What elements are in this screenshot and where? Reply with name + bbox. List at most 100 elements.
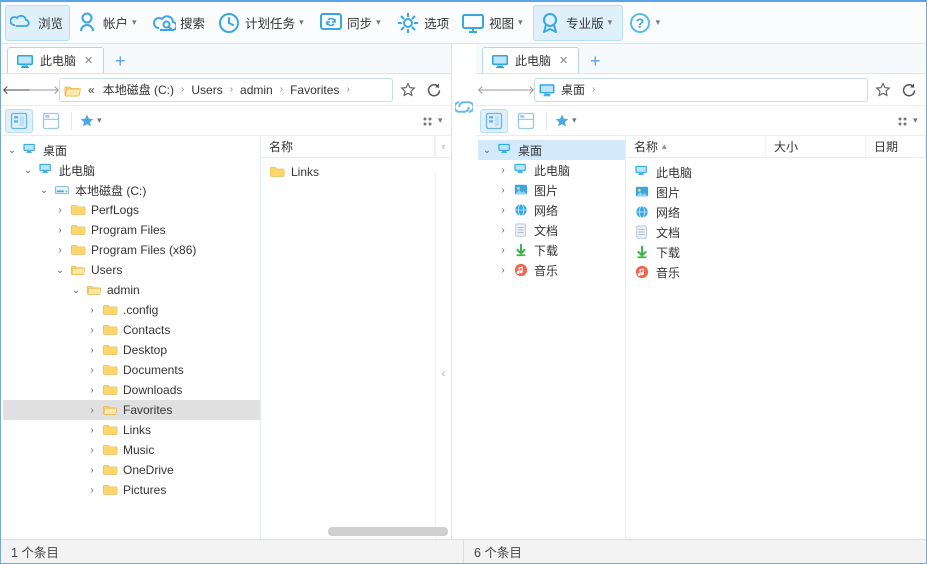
expand-icon[interactable]: ›	[85, 325, 99, 336]
crumb-item[interactable]: 桌面	[559, 81, 587, 98]
tree-item[interactable]: ⌄ 本地磁盘 (C:)	[3, 180, 260, 200]
list-item[interactable]: 下载	[626, 242, 926, 262]
toolbar-search-button[interactable]: 搜索	[147, 5, 212, 41]
toolbar-pro-button[interactable]: 专业版 ▾	[533, 5, 623, 41]
list-item[interactable]: 此电脑	[626, 162, 926, 182]
list-item[interactable]: 音乐	[626, 262, 926, 282]
collapse-list-button[interactable]: ‹	[435, 136, 451, 157]
expand-icon[interactable]: ›	[85, 365, 99, 376]
left-list-header[interactable]: 名称 ‹	[261, 136, 451, 158]
horizontal-scrollbar[interactable]	[328, 527, 448, 536]
collapse-arrow-button[interactable]: ‹	[435, 172, 451, 539]
tree-item[interactable]: ⌄ admin	[3, 280, 260, 300]
col-date[interactable]: 日期	[866, 136, 926, 157]
tree-item[interactable]: › 文档	[478, 220, 625, 240]
view-layout-dropdown[interactable]: ▾	[419, 109, 447, 133]
collapse-icon[interactable]: ⌄	[37, 185, 51, 196]
list-item[interactable]: 网络	[626, 202, 926, 222]
collapse-icon[interactable]: ⌄	[53, 265, 67, 276]
expand-icon[interactable]: ›	[496, 205, 510, 216]
toolbar-account-button[interactable]: 帐户 ▾	[70, 5, 147, 41]
tree-item[interactable]: › 图片	[478, 180, 625, 200]
view-layout-dropdown[interactable]: ▾	[894, 109, 922, 133]
back-button[interactable]: 🡐	[482, 79, 504, 101]
expand-icon[interactable]: ›	[85, 485, 99, 496]
expand-icon[interactable]: ›	[53, 225, 67, 236]
col-name[interactable]: 名称▴	[626, 136, 766, 157]
breadcrumb[interactable]: 桌面›	[534, 78, 868, 102]
tree-item[interactable]: › Program Files (x86)	[3, 240, 260, 260]
expand-icon[interactable]: ›	[496, 245, 510, 256]
favorite-button[interactable]	[872, 79, 894, 101]
forward-button[interactable]: 🡒	[33, 79, 55, 101]
list-item[interactable]: 文档	[626, 222, 926, 242]
expand-icon[interactable]: ›	[85, 425, 99, 436]
right-list[interactable]: 名称▴ 大小 日期 此电脑图片网络文档下载音乐	[626, 136, 926, 539]
tree-item[interactable]: › 此电脑	[478, 160, 625, 180]
tree-item[interactable]: › Documents	[3, 360, 260, 380]
left-tree[interactable]: ⌄ 桌面 ⌄ 此电脑 ⌄ 本地磁盘 (C:) › PerfLogs › Prog…	[1, 136, 261, 539]
list-item[interactable]: 图片	[626, 182, 926, 202]
col-name[interactable]: 名称	[261, 136, 435, 157]
breadcrumb[interactable]: « 本地磁盘 (C:)› Users› admin› Favorites›	[59, 78, 393, 102]
crumb-item[interactable]: Users	[189, 83, 224, 97]
expand-icon[interactable]: ›	[85, 305, 99, 316]
tree-item[interactable]: ⌄ 桌面	[3, 140, 260, 160]
tree-item[interactable]: › OneDrive	[3, 460, 260, 480]
left-new-tab[interactable]: +	[108, 49, 132, 73]
expand-icon[interactable]: ›	[53, 245, 67, 256]
tree-item[interactable]: › Contacts	[3, 320, 260, 340]
right-tab[interactable]: 此电脑 ✕	[482, 47, 579, 73]
expand-icon[interactable]: ›	[85, 345, 99, 356]
tree-item[interactable]: › 网络	[478, 200, 625, 220]
right-tree[interactable]: ⌄ 桌面 › 此电脑 › 图片 › 网络 › 文档 › 下载 › 音乐	[476, 136, 626, 539]
tree-item[interactable]: › Downloads	[3, 380, 260, 400]
expand-icon[interactable]: ›	[53, 205, 67, 216]
right-new-tab[interactable]: +	[583, 49, 607, 73]
tree-item[interactable]: ⌄ Users	[3, 260, 260, 280]
expand-icon[interactable]: ›	[496, 185, 510, 196]
crumb-item[interactable]: Favorites	[288, 83, 341, 97]
toolbar-options-button[interactable]: 选项	[391, 5, 456, 41]
close-icon[interactable]: ✕	[557, 54, 570, 67]
tree-item[interactable]: ⌄ 桌面	[478, 140, 625, 160]
expand-icon[interactable]: ›	[85, 405, 99, 416]
tree-item[interactable]: ⌄ 此电脑	[3, 160, 260, 180]
left-list[interactable]: 名称 ‹ Links ‹	[261, 136, 451, 539]
favorite-button[interactable]	[397, 79, 419, 101]
panel-mode-button[interactable]	[512, 109, 540, 133]
tree-item[interactable]: › Pictures	[3, 480, 260, 500]
toolbar-sync-button[interactable]: 同步 ▾	[314, 5, 391, 41]
crumb-item[interactable]: 本地磁盘 (C:)	[101, 81, 176, 98]
right-list-header[interactable]: 名称▴ 大小 日期	[626, 136, 926, 158]
collapse-icon[interactable]: ⌄	[69, 285, 83, 296]
close-icon[interactable]: ✕	[82, 54, 95, 67]
tree-item[interactable]: › 下载	[478, 240, 625, 260]
expand-icon[interactable]: ›	[85, 385, 99, 396]
crumb-item[interactable]: admin	[238, 83, 275, 97]
tree-item[interactable]: › Links	[3, 420, 260, 440]
col-size[interactable]: 大小	[766, 136, 866, 157]
tree-mode-button[interactable]	[5, 109, 33, 133]
toolbar-browse-button[interactable]: 浏览	[5, 5, 70, 41]
expand-icon[interactable]: ›	[85, 465, 99, 476]
tree-mode-button[interactable]	[480, 109, 508, 133]
collapse-icon[interactable]: ⌄	[21, 165, 35, 176]
tree-item[interactable]: › .config	[3, 300, 260, 320]
panel-mode-button[interactable]	[37, 109, 65, 133]
pane-divider[interactable]	[452, 44, 476, 539]
expand-icon[interactable]: ›	[85, 445, 99, 456]
refresh-button[interactable]	[898, 79, 920, 101]
tree-item[interactable]: › Music	[3, 440, 260, 460]
refresh-button[interactable]	[423, 79, 445, 101]
toolbar-tasks-button[interactable]: 计划任务 ▾	[212, 5, 314, 41]
tree-item[interactable]: › Desktop	[3, 340, 260, 360]
tree-item[interactable]: › Program Files	[3, 220, 260, 240]
tree-item[interactable]: › Favorites	[3, 400, 260, 420]
tree-item[interactable]: › 音乐	[478, 260, 625, 280]
expand-icon[interactable]: ›	[496, 225, 510, 236]
favorites-dropdown[interactable]: ▾	[78, 109, 106, 133]
expand-icon[interactable]: ›	[496, 165, 510, 176]
favorites-dropdown[interactable]: ▾	[553, 109, 581, 133]
back-button[interactable]: 🡐	[7, 79, 29, 101]
